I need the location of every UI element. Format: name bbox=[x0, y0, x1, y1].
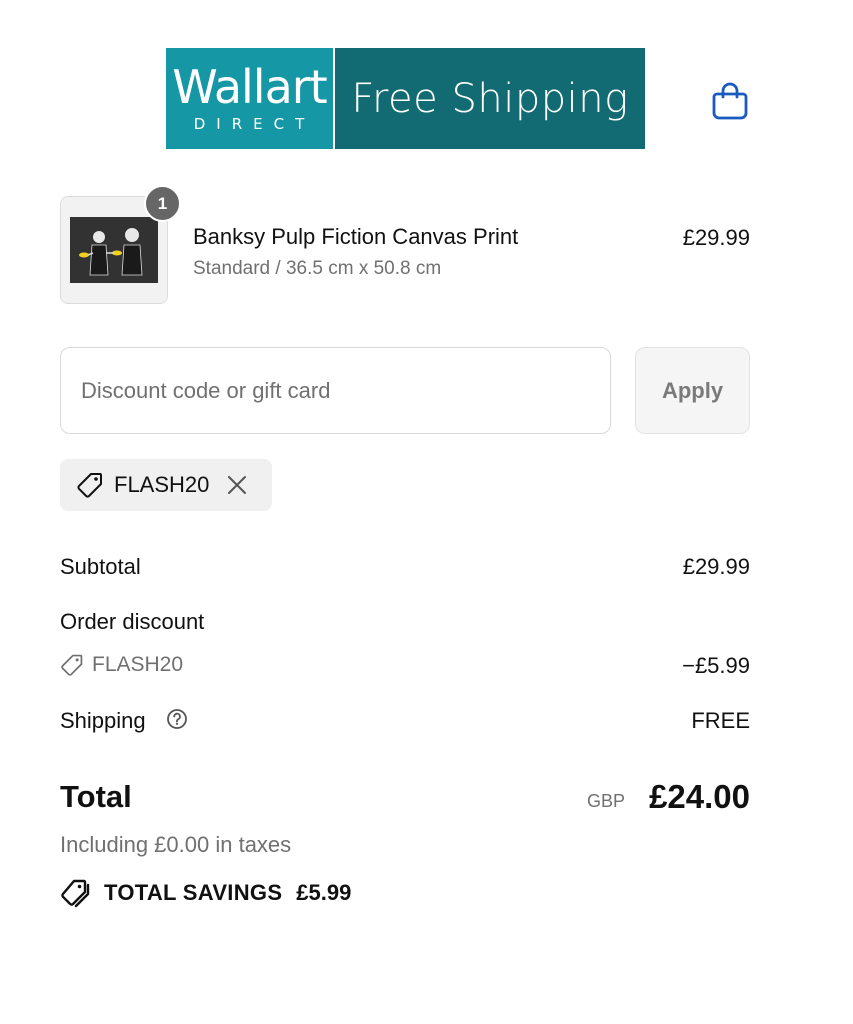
total-savings: TOTAL SAVINGS £5.99 bbox=[60, 877, 351, 909]
free-shipping-banner: Free Shipping bbox=[335, 48, 645, 149]
shipping-label: Shipping bbox=[60, 708, 146, 733]
quantity-badge: 1 bbox=[144, 185, 181, 222]
tag-icon bbox=[61, 654, 83, 676]
discount-value: −£5.99 bbox=[682, 653, 750, 678]
subtotal-value: £29.99 bbox=[682, 554, 750, 579]
tags-icon bbox=[61, 879, 90, 908]
close-icon[interactable] bbox=[226, 474, 248, 496]
shipping-value: FREE bbox=[691, 708, 750, 733]
banner-text: Free Shipping bbox=[351, 75, 629, 122]
discount-code-input[interactable] bbox=[60, 347, 611, 434]
banner-divider bbox=[333, 48, 335, 149]
store-logo: Wallart DIRECT bbox=[166, 48, 333, 149]
total-label: Total bbox=[60, 779, 132, 814]
applied-discount-code: FLASH20 bbox=[114, 472, 210, 497]
apply-discount-button[interactable]: Apply bbox=[635, 347, 750, 434]
shopping-bag-icon[interactable] bbox=[712, 80, 748, 120]
order-discount-code: FLASH20 bbox=[60, 653, 183, 677]
product-price: £29.99 bbox=[682, 225, 750, 250]
order-discount-label: Order discount bbox=[60, 609, 205, 634]
total-currency: GBP bbox=[587, 791, 626, 811]
applied-discount-chip: FLASH20 bbox=[60, 459, 272, 511]
total-savings-label: TOTAL SAVINGS bbox=[104, 880, 283, 905]
tag-icon bbox=[77, 473, 102, 498]
tax-note: Including £0.00 in taxes bbox=[60, 832, 292, 857]
question-circle-icon[interactable] bbox=[166, 708, 188, 730]
total-savings-value: £5.99 bbox=[296, 880, 352, 905]
store-banner[interactable]: Wallart DIRECT Free Shipping bbox=[166, 48, 645, 149]
discount-code-label: FLASH20 bbox=[92, 653, 184, 676]
total-value: £24.00 bbox=[649, 778, 750, 815]
logo-wordmark: Wallart bbox=[172, 59, 327, 114]
product-image bbox=[70, 217, 158, 283]
product-title: Banksy Pulp Fiction Canvas Print bbox=[193, 224, 519, 249]
product-variant: Standard / 36.5 cm x 50.8 cm bbox=[193, 258, 442, 279]
logo-subtitle: DIRECT bbox=[193, 114, 316, 133]
subtotal-label: Subtotal bbox=[60, 554, 141, 579]
